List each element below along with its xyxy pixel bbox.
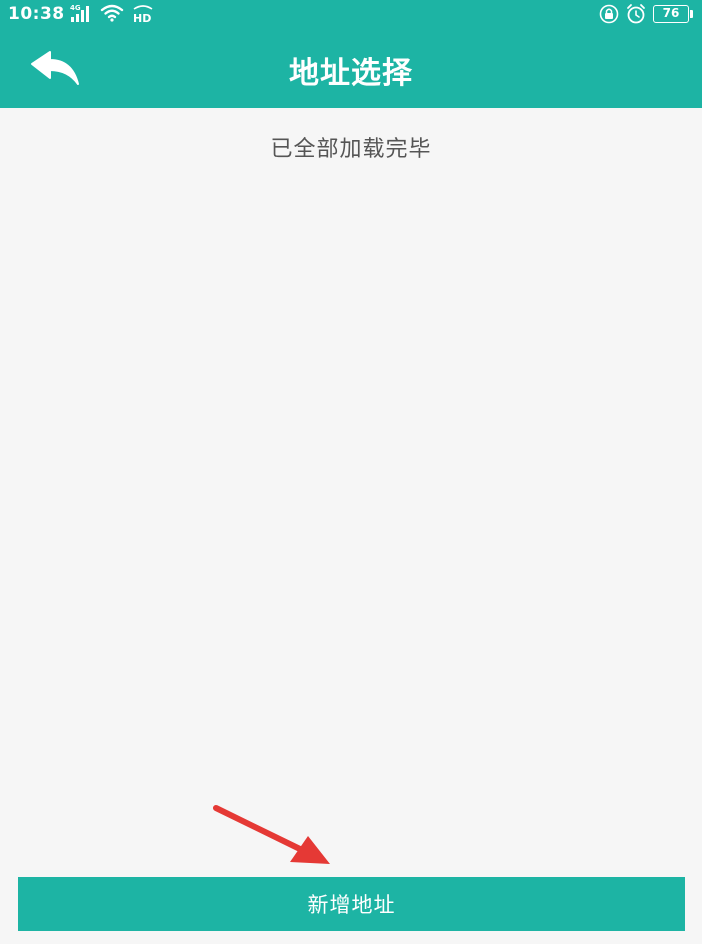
lock-icon [599, 4, 619, 24]
status-bar: 10:38 4G HD 76 [0, 0, 702, 30]
add-address-button[interactable]: 新增地址 [18, 877, 685, 931]
battery-level: 76 [662, 6, 680, 20]
status-time: 10:38 [8, 4, 65, 24]
red-arrow-annotation [213, 805, 330, 864]
signal-icon: 4G [70, 4, 89, 22]
top-bar: 10:38 4G HD 76 地址选择 [0, 0, 702, 108]
alarm-icon [627, 4, 645, 24]
navigation-bar: 地址选择 [0, 30, 702, 108]
battery-tip [690, 10, 693, 18]
battery-icon: 76 [653, 5, 693, 23]
wifi-icon [100, 4, 124, 22]
page-title: 地址选择 [289, 56, 413, 91]
load-status-text: 已全部加载完毕 [270, 137, 432, 162]
hd-label: HD [133, 12, 151, 24]
signal-label: 4G [70, 4, 81, 12]
hd-icon: HD [133, 5, 153, 24]
